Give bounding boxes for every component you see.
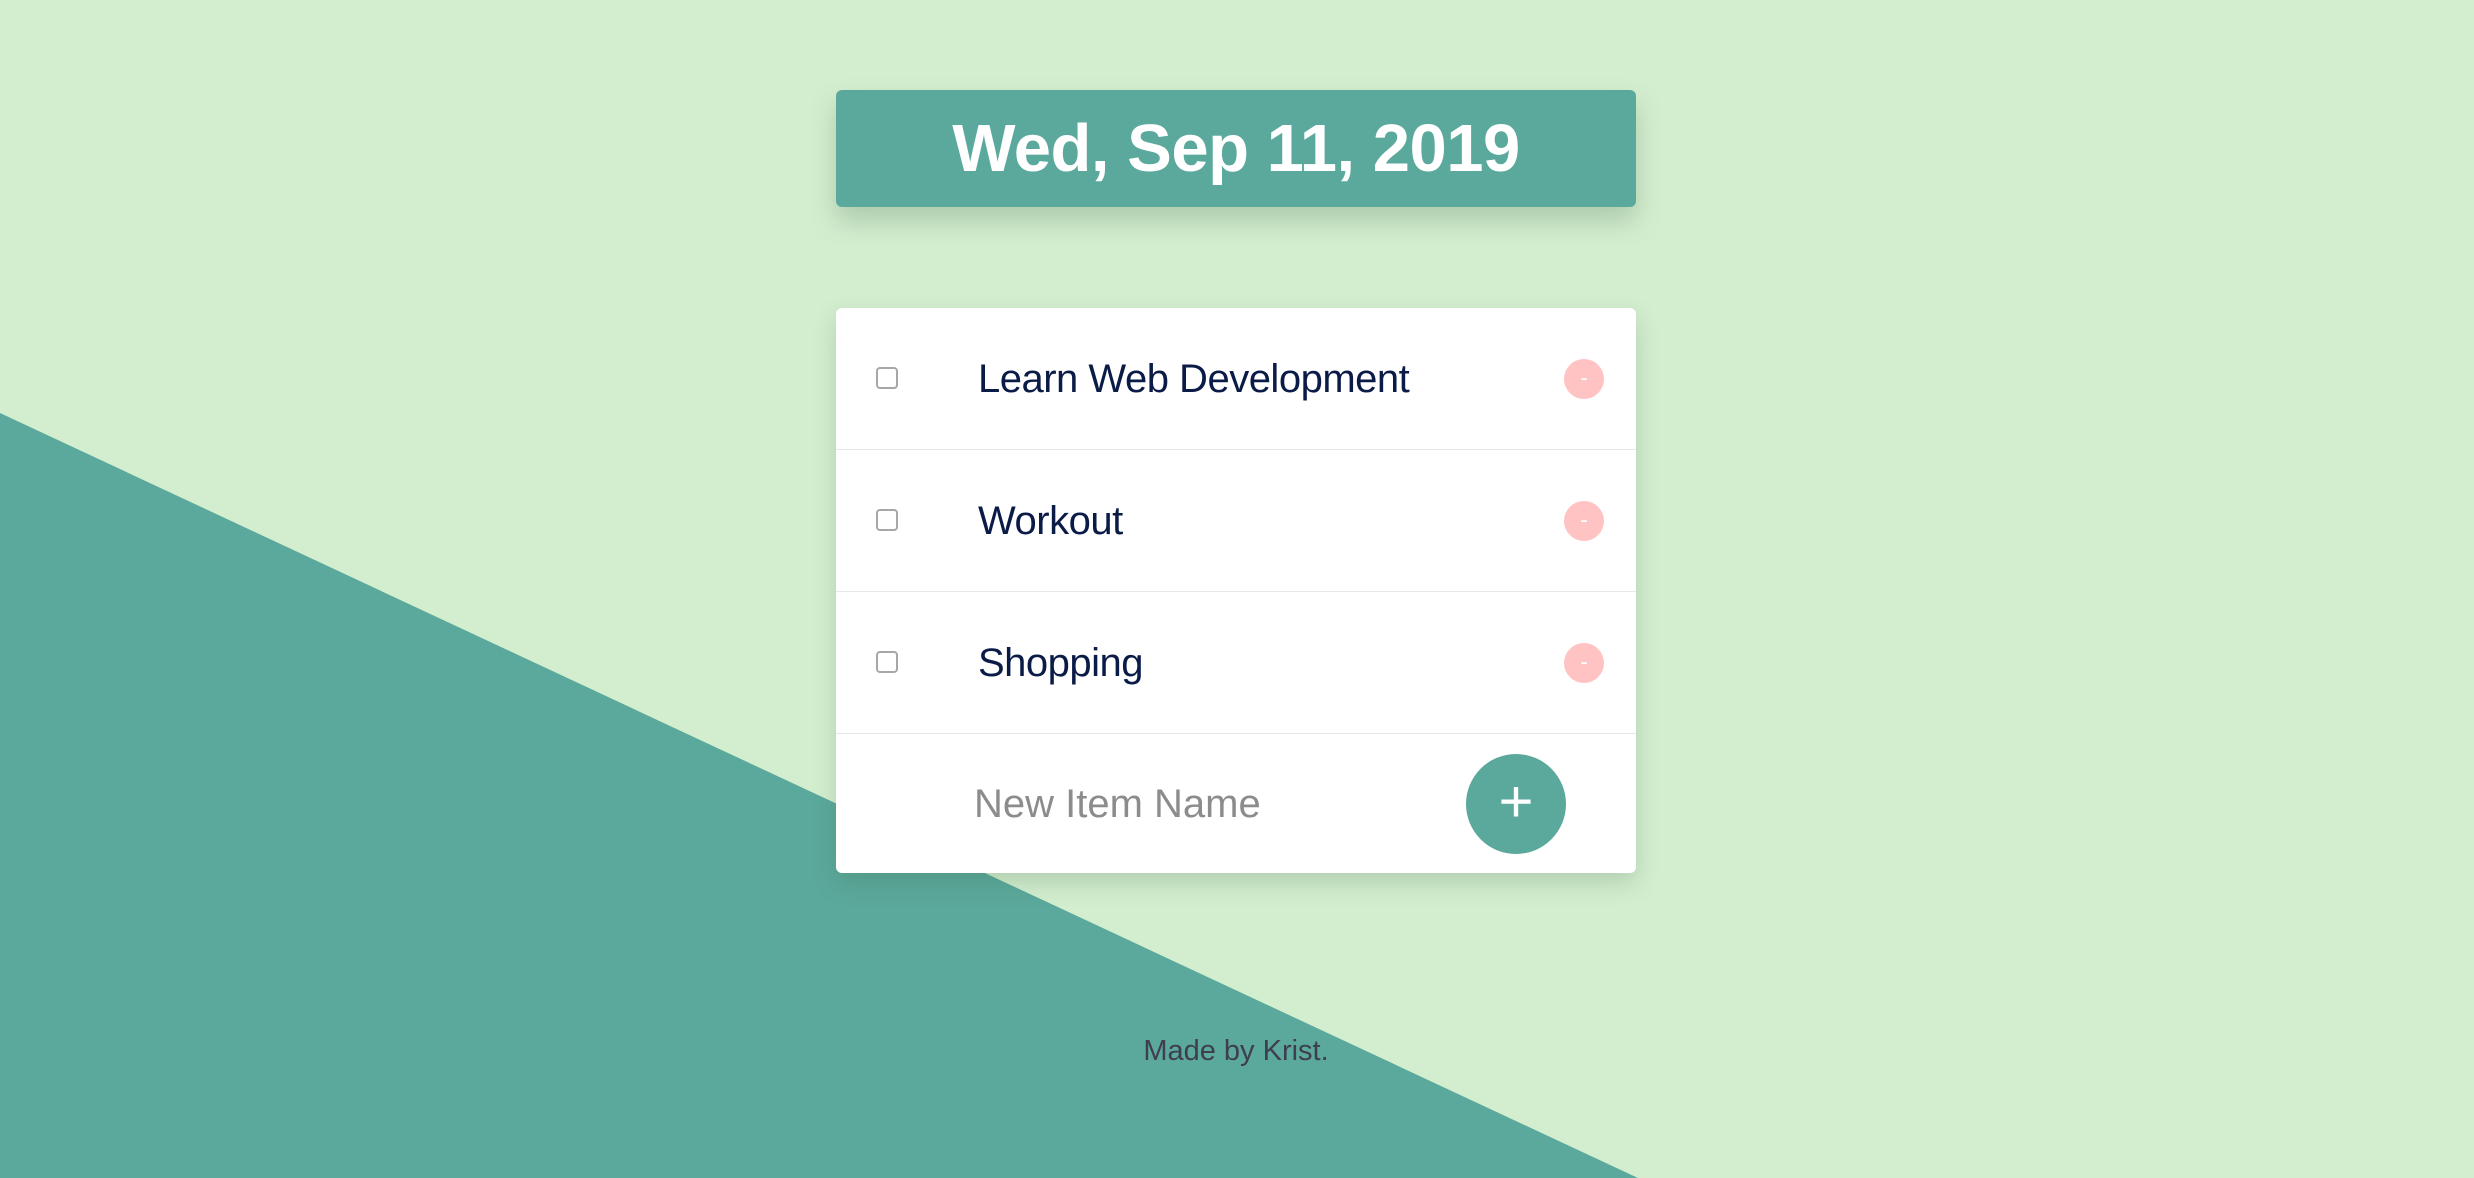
todo-checkbox[interactable] <box>876 509 898 531</box>
todo-item-label: Workout <box>978 499 1123 543</box>
footer-credit: Made by Krist. <box>1143 1035 1329 1067</box>
todo-checkbox[interactable] <box>876 367 898 389</box>
delete-item-button[interactable]: - <box>1564 359 1604 399</box>
todo-item-label: Learn Web Development <box>978 357 1410 401</box>
new-item-input[interactable] <box>966 769 1436 839</box>
new-item-row: + <box>836 734 1636 873</box>
todo-item: Learn Web Development - <box>836 308 1636 450</box>
date-title: Wed, Sep 11, 2019 <box>952 111 1520 186</box>
todo-checkbox[interactable] <box>876 651 898 673</box>
date-header: Wed, Sep 11, 2019 <box>836 90 1636 207</box>
delete-item-button[interactable]: - <box>1564 643 1604 683</box>
todo-list-card: Learn Web Development - Workout - Shoppi… <box>836 308 1636 873</box>
todo-item-label: Shopping <box>978 641 1144 685</box>
todo-item: Workout - <box>836 450 1636 592</box>
todo-item: Shopping - <box>836 592 1636 734</box>
add-item-button[interactable]: + <box>1466 754 1566 854</box>
delete-item-button[interactable]: - <box>1564 501 1604 541</box>
